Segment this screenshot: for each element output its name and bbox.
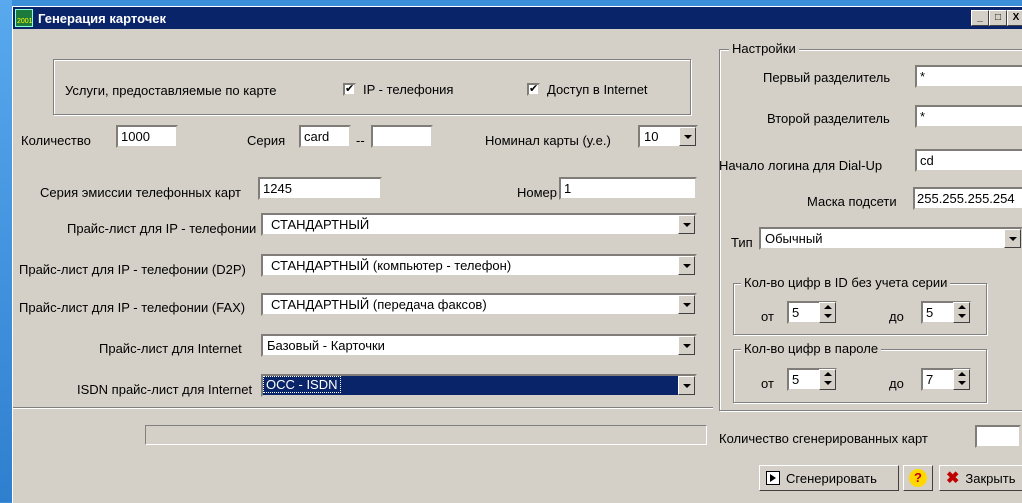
generated-count-label: Количество сгенерированных карт bbox=[719, 431, 928, 446]
series-label: Серия bbox=[247, 133, 286, 148]
pricelist-internet-label: Прайс-лист для Internet bbox=[99, 341, 242, 356]
window-title: Генерация карточек bbox=[38, 10, 166, 26]
chevron-down-icon[interactable] bbox=[678, 295, 695, 314]
pricelist-isdn-value: ОСС - ISDN bbox=[263, 376, 341, 393]
generate-button-label: Сгенерировать bbox=[786, 470, 877, 486]
emission-input[interactable]: 1245 bbox=[258, 177, 382, 200]
app-icon: 2001 bbox=[15, 9, 33, 27]
pricelist-d2p-select[interactable]: СТАНДАРТНЫЙ (компьютер - телефон) bbox=[261, 254, 697, 277]
id-to-spinner[interactable] bbox=[953, 302, 970, 323]
play-icon bbox=[766, 471, 780, 485]
type-label: Тип bbox=[731, 235, 753, 250]
pwd-to-label: до bbox=[889, 376, 904, 391]
pricelist-d2p-label: Прайс-лист для IP - телефонии (D2P) bbox=[19, 262, 246, 277]
chevron-down-icon[interactable] bbox=[678, 336, 695, 355]
emission-label: Серия эмиссии телефонных карт bbox=[40, 185, 241, 200]
nominal-label: Номинал карты (у.е.) bbox=[485, 133, 611, 148]
chevron-down-icon[interactable] bbox=[678, 376, 695, 395]
series-end-input[interactable] bbox=[371, 125, 433, 148]
settings-group-label: Настройки bbox=[729, 41, 799, 56]
close-x-icon: ✖ bbox=[946, 470, 960, 487]
second-separator-input[interactable]: * bbox=[915, 105, 1022, 128]
first-separator-label: Первый разделитель bbox=[763, 70, 891, 85]
pricelist-internet-select[interactable]: Базовый - Карточки bbox=[261, 334, 697, 357]
pricelist-fax-label: Прайс-лист для IP - телефонии (FAX) bbox=[19, 300, 246, 315]
second-separator-label: Второй разделитель bbox=[767, 111, 890, 126]
subnet-mask-input[interactable]: 255.255.255.254 bbox=[913, 187, 1022, 210]
nominal-value: 10 bbox=[644, 129, 659, 144]
quantity-input[interactable]: 1000 bbox=[116, 125, 178, 148]
type-value: Обычный bbox=[765, 231, 823, 246]
chevron-down-icon[interactable] bbox=[1004, 229, 1021, 248]
close-window-button[interactable]: X bbox=[1007, 10, 1022, 26]
ip-telephony-checkbox[interactable] bbox=[343, 82, 356, 96]
id-from-spinner[interactable] bbox=[819, 302, 836, 323]
nominal-select[interactable]: 10 bbox=[638, 125, 698, 148]
title-bar[interactable]: 2001 Генерация карточек _ □ X bbox=[13, 7, 1022, 29]
ip-telephony-label: IP - телефония bbox=[363, 82, 454, 97]
close-button-label: Закрыть bbox=[965, 470, 1016, 486]
progress-bar bbox=[145, 425, 707, 445]
help-button[interactable]: ? bbox=[903, 465, 933, 491]
cards-generation-window: 2001 Генерация карточек _ □ X Услуги, пр… bbox=[12, 6, 1022, 503]
services-label: Услуги, предоставляемые по карте bbox=[65, 83, 277, 98]
id-to-label: до bbox=[889, 309, 904, 324]
series-dash: -- bbox=[356, 133, 365, 148]
help-icon: ? bbox=[909, 469, 927, 487]
pricelist-ip-value: СТАНДАРТНЫЙ bbox=[271, 217, 370, 232]
pricelist-d2p-value: СТАНДАРТНЫЙ (компьютер - телефон) bbox=[271, 258, 512, 273]
pricelist-fax-value: СТАНДАРТНЫЙ (передача факсов) bbox=[271, 297, 487, 312]
chevron-down-icon[interactable] bbox=[678, 256, 695, 275]
pricelist-isdn-label: ISDN прайс-лист для Internet bbox=[77, 382, 253, 397]
pricelist-ip-label: Прайс-лист для IP - телефонии bbox=[67, 221, 257, 236]
maximize-button[interactable]: □ bbox=[989, 10, 1007, 26]
desktop-background bbox=[0, 0, 12, 502]
internet-access-label: Доступ в Internet bbox=[547, 82, 648, 97]
dialup-login-label: Начало логина для Dial-Up bbox=[719, 158, 883, 173]
subnet-mask-label: Маска подсети bbox=[807, 194, 897, 209]
id-from-label: от bbox=[761, 309, 774, 324]
pwd-from-label: от bbox=[761, 376, 774, 391]
series-input[interactable]: card bbox=[299, 125, 351, 148]
pricelist-isdn-select[interactable]: ОСС - ISDN bbox=[261, 374, 697, 397]
password-digits-group-label: Кол-во цифр в пароле bbox=[741, 341, 882, 356]
pwd-from-spinner[interactable] bbox=[819, 369, 836, 390]
chevron-down-icon[interactable] bbox=[679, 127, 696, 146]
pricelist-fax-select[interactable]: СТАНДАРТНЫЙ (передача факсов) bbox=[261, 293, 697, 316]
number-input[interactable]: 1 bbox=[559, 177, 697, 200]
number-label: Номер bbox=[517, 185, 558, 200]
minimize-button[interactable]: _ bbox=[971, 10, 989, 26]
id-digits-group-label: Кол-во цифр в ID без учета серии bbox=[741, 275, 951, 290]
internet-access-checkbox[interactable] bbox=[527, 82, 540, 96]
close-button[interactable]: ✖ Закрыть bbox=[939, 465, 1022, 491]
divider bbox=[13, 407, 713, 409]
quantity-label: Количество bbox=[21, 133, 91, 148]
dialup-login-input[interactable]: cd bbox=[915, 149, 1022, 172]
pricelist-ip-select[interactable]: СТАНДАРТНЫЙ bbox=[261, 213, 697, 236]
generated-count-input[interactable] bbox=[975, 425, 1021, 448]
pricelist-internet-value: Базовый - Карточки bbox=[267, 338, 385, 353]
pwd-to-spinner[interactable] bbox=[953, 369, 970, 390]
first-separator-input[interactable]: * bbox=[915, 65, 1022, 88]
chevron-down-icon[interactable] bbox=[678, 215, 695, 234]
type-select[interactable]: Обычный bbox=[759, 227, 1022, 250]
generate-button[interactable]: Сгенерировать bbox=[759, 465, 899, 491]
